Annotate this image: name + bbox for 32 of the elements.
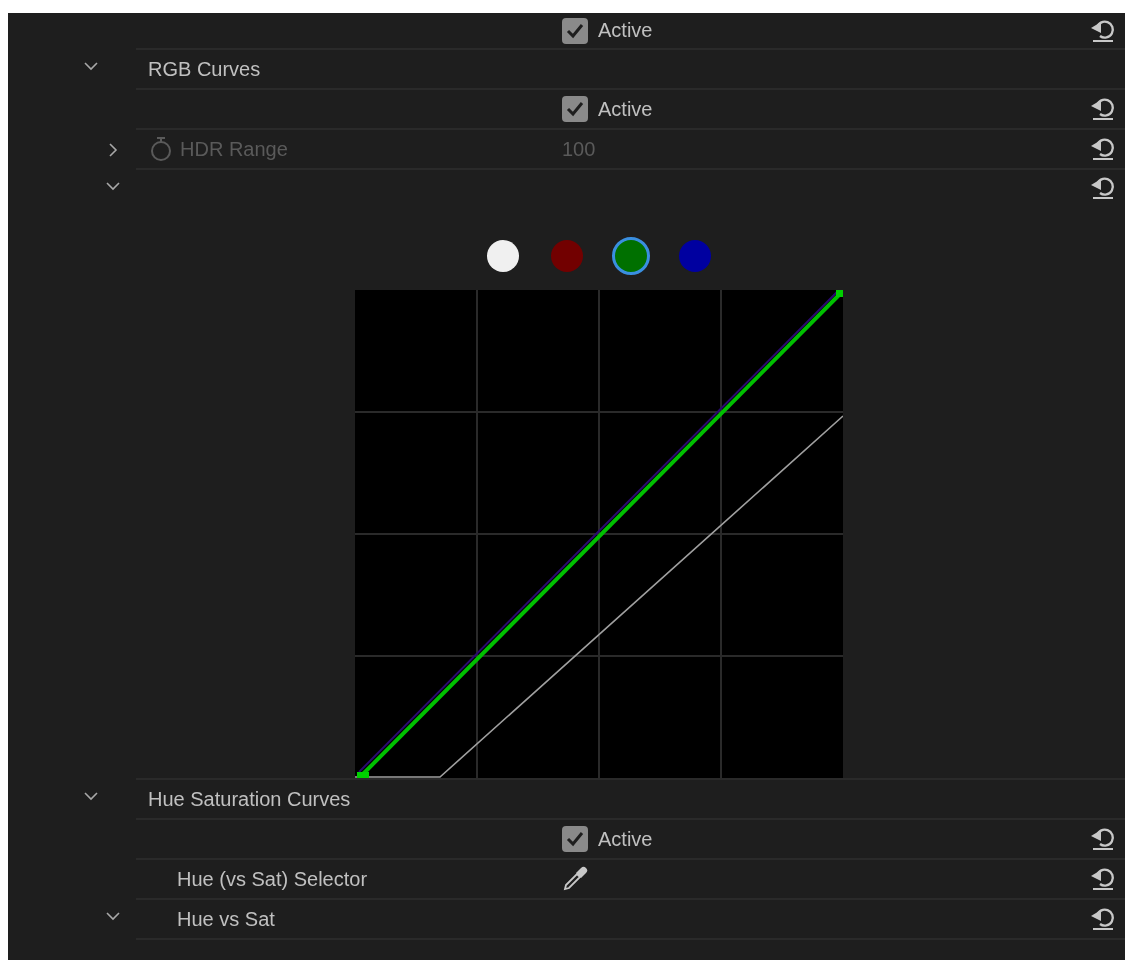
- checkbox-label: Active: [598, 19, 653, 42]
- chevron-down-icon[interactable]: [84, 62, 98, 71]
- parameter-label: Hue (vs Sat) Selector: [177, 867, 368, 891]
- reset-icon[interactable]: [1089, 907, 1115, 931]
- parameter-value: 100: [562, 137, 596, 161]
- reset-icon[interactable]: [1089, 18, 1115, 43]
- chevron-down-icon[interactable]: [106, 912, 120, 921]
- checkbox-label: Active: [598, 97, 653, 121]
- checkmark-icon: [566, 22, 584, 39]
- reset-icon[interactable]: [1089, 176, 1115, 200]
- checkbox[interactable]: [562, 826, 588, 852]
- checkbox[interactable]: [562, 96, 588, 122]
- reset-icon[interactable]: [1089, 867, 1115, 891]
- checkmark-icon: [566, 831, 584, 847]
- section-title: RGB Curves: [148, 57, 261, 81]
- chevron-down-icon[interactable]: [84, 792, 98, 801]
- parameter-label: Hue vs Sat: [177, 907, 275, 931]
- channel-swatch[interactable]: [551, 240, 583, 272]
- checkmark-icon: [566, 101, 584, 117]
- reset-icon[interactable]: [1089, 97, 1115, 121]
- channel-swatch[interactable]: [612, 237, 650, 275]
- channel-swatch[interactable]: [679, 240, 711, 272]
- checkbox[interactable]: [562, 17, 588, 44]
- chevron-down-icon[interactable]: [106, 182, 120, 191]
- eyedropper-icon[interactable]: [562, 866, 588, 892]
- stopwatch-icon[interactable]: [150, 136, 172, 162]
- reset-icon[interactable]: [1089, 827, 1115, 851]
- checkbox-label: Active: [598, 827, 653, 851]
- reset-icon[interactable]: [1089, 137, 1115, 161]
- parameter-label: HDR Range: [180, 137, 288, 161]
- channel-swatch[interactable]: [487, 240, 519, 272]
- section-title: Hue Saturation Curves: [148, 787, 351, 811]
